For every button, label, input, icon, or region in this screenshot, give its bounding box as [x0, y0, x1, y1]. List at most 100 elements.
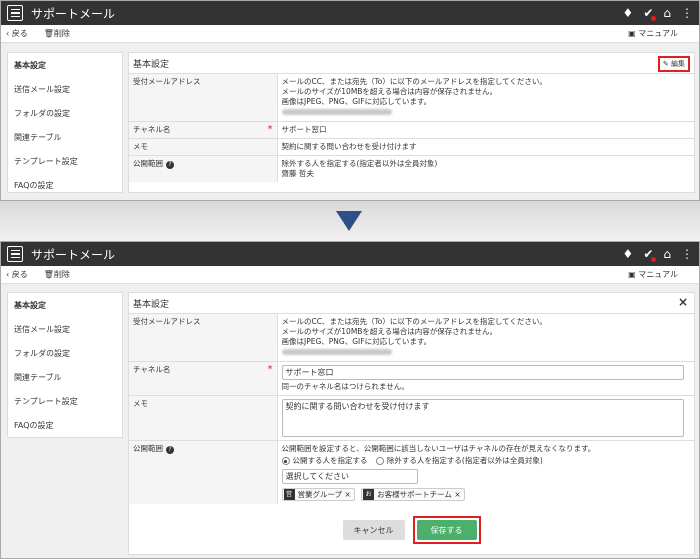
settings-sidebar: 基本設定 送信メール設定 フォルダの設定 関連テーブル テンプレート設定 FAQ…	[7, 52, 123, 193]
sidebar-item-template[interactable]: テンプレート設定	[8, 389, 122, 413]
more-icon[interactable]: ⋮	[681, 247, 693, 261]
channel-name-input[interactable]: サポート窓口	[281, 365, 684, 380]
back-button[interactable]: ‹ 戻る	[6, 28, 36, 39]
check-icon[interactable]: ✔	[643, 247, 657, 262]
save-button[interactable]: 保存する	[416, 520, 477, 540]
bell-icon[interactable]: ♦	[623, 247, 634, 261]
delete-label: 削除	[53, 29, 70, 38]
radio-exclude[interactable]: 除外する人を指定する(指定者以外は全員対象)	[375, 456, 543, 465]
basic-settings-panel: 基本設定 ✎ 編集 受付メールアドレス メールのCC、または宛先（To）に以下の…	[128, 52, 695, 193]
more-icon[interactable]: ⋮	[681, 6, 693, 20]
basic-settings-edit-panel: 基本設定 × 受付メールアドレス メールのCC、または宛先（To）に以下のメール…	[128, 292, 695, 555]
view-screen: サポートメール ♦ ✔ ⌂ ⋮ ‹ 戻る 🗑削除 ▣ マニュアル 基本設定 送信…	[0, 0, 700, 201]
group-icon: 営	[283, 489, 295, 500]
group-icon: お	[363, 489, 375, 500]
address-label: 受付メールアドレス	[129, 314, 277, 362]
required-mark: *	[267, 364, 273, 375]
address-desc-line: 画像はJPEG、PNG、GIFに対応しています。	[281, 97, 432, 106]
remove-tag-icon[interactable]: ×	[344, 490, 350, 500]
sidebar-item-basic[interactable]: 基本設定	[8, 53, 122, 77]
sidebar-item-folder[interactable]: フォルダの設定	[8, 101, 122, 125]
tag-label: お客様サポートチーム	[377, 489, 452, 499]
bell-icon[interactable]: ♦	[623, 6, 634, 20]
scope-label: 公開範囲	[133, 159, 163, 168]
address-desc-line: メールのサイズが10MBを超える場合は内容が保存されません。	[281, 87, 497, 96]
required-mark: *	[267, 124, 273, 135]
memo-textarea[interactable]: 契約に関する問い合わせを受け付けます	[281, 399, 684, 437]
arrow-down-icon	[336, 211, 362, 231]
blurred-email	[281, 109, 392, 115]
sidebar-item-send-mail[interactable]: 送信メール設定	[8, 77, 122, 101]
blurred-email	[281, 349, 392, 355]
back-label: 戻る	[11, 270, 28, 279]
tag-support-team: おお客様サポートチーム ×	[361, 488, 465, 501]
help-icon[interactable]: ?	[166, 161, 174, 169]
radio-exclude-dot	[375, 457, 384, 465]
panel-title: 基本設定	[133, 300, 170, 310]
cancel-button[interactable]: キャンセル	[342, 520, 405, 540]
edit-label: 編集	[671, 60, 685, 68]
app-title: サポートメール	[31, 6, 116, 21]
app-header: サポートメール ♦ ✔ ⌂ ⋮	[1, 242, 699, 266]
check-icon[interactable]: ✔	[643, 6, 657, 21]
sidebar-item-basic[interactable]: 基本設定	[8, 293, 122, 317]
delete-button[interactable]: 🗑削除	[44, 28, 78, 39]
channel-note: 同一のチャネル名はつけられません。	[281, 382, 409, 391]
menu-icon[interactable]	[7, 246, 23, 262]
manual-button[interactable]: ▣ マニュアル	[628, 28, 686, 39]
home-icon[interactable]: ⌂	[663, 6, 671, 20]
radio-exclude-label: 除外する人を指定する(指定者以外は全員対象)	[386, 456, 543, 465]
scope-label: 公開範囲	[133, 444, 163, 453]
delete-button[interactable]: 🗑削除	[44, 269, 78, 280]
address-desc-line: 画像はJPEG、PNG、GIFに対応しています。	[281, 337, 432, 346]
edit-screen: サポートメール ♦ ✔ ⌂ ⋮ ‹ 戻る 🗑削除 ▣ マニュアル 基本設定 送信…	[0, 241, 700, 559]
sidebar-item-send-mail[interactable]: 送信メール設定	[8, 317, 122, 341]
settings-sidebar: 基本設定 送信メール設定 フォルダの設定 関連テーブル テンプレート設定 FAQ…	[7, 292, 123, 438]
tag-sales-group: 営営業グループ ×	[281, 488, 355, 501]
sidebar-item-template[interactable]: テンプレート設定	[8, 149, 122, 173]
help-icon[interactable]: ?	[166, 446, 174, 454]
save-highlight: 保存する	[412, 516, 481, 544]
manual-button[interactable]: ▣ マニュアル	[628, 269, 686, 280]
back-label: 戻る	[11, 29, 28, 38]
remove-tag-icon[interactable]: ×	[454, 490, 460, 500]
address-desc-line: メールのCC、または宛先（To）に以下のメールアドレスを指定してください。	[281, 317, 547, 326]
memo-label: メモ	[129, 138, 277, 156]
sidebar-item-folder[interactable]: フォルダの設定	[8, 341, 122, 365]
address-desc-line: メールのサイズが10MBを超える場合は内容が保存されません。	[281, 327, 497, 336]
sidebar-item-related-table[interactable]: 関連テーブル	[8, 125, 122, 149]
memo-value: 契約に関する問い合わせを受け付けます	[276, 138, 694, 156]
channel-label: チャネル名	[133, 125, 171, 134]
address-desc-line: メールのCC、または宛先（To）に以下のメールアドレスを指定してください。	[281, 77, 547, 86]
channel-label: チャネル名	[133, 365, 171, 374]
app-title: サポートメール	[31, 247, 116, 262]
tag-label: 営業グループ	[297, 489, 343, 499]
memo-label: メモ	[129, 395, 277, 441]
radio-include-label: 公開する人を指定する	[292, 456, 368, 465]
close-icon[interactable]: ×	[678, 295, 688, 309]
sub-toolbar: ‹ 戻る 🗑削除 ▣ マニュアル	[1, 25, 699, 43]
scope-value: 除外する人を指定する(指定者以外は全員対象)	[281, 159, 438, 168]
radio-include-dot	[281, 457, 290, 465]
delete-label: 削除	[53, 270, 70, 279]
manual-label: マニュアル	[638, 29, 678, 38]
address-value: メールのCC、または宛先（To）に以下のメールアドレスを指定してください。 メー…	[276, 314, 694, 362]
menu-icon[interactable]	[7, 5, 23, 21]
sidebar-item-faq[interactable]: FAQの設定	[8, 413, 122, 437]
scope-person: 齋藤 哲夫	[281, 169, 314, 178]
sub-toolbar: ‹ 戻る 🗑削除 ▣ マニュアル	[1, 266, 699, 284]
member-select[interactable]: 選択してください	[281, 469, 418, 484]
sidebar-item-related-table[interactable]: 関連テーブル	[8, 365, 122, 389]
scope-note: 公開範囲を設定すると、公開範囲に該当しないユーザはチャネルの存在が見えなくなりま…	[281, 444, 596, 453]
app-header: サポートメール ♦ ✔ ⌂ ⋮	[1, 1, 699, 25]
edit-button[interactable]: ✎ 編集	[657, 56, 690, 72]
panel-title: 基本設定	[133, 60, 170, 70]
address-value: メールのCC、または宛先（To）に以下のメールアドレスを指定してください。 メー…	[276, 74, 694, 122]
radio-include[interactable]: 公開する人を指定する	[281, 456, 368, 465]
sidebar-item-faq[interactable]: FAQの設定	[8, 173, 122, 197]
channel-value: サポート窓口	[276, 121, 694, 139]
back-button[interactable]: ‹ 戻る	[6, 269, 36, 280]
manual-label: マニュアル	[638, 270, 678, 279]
address-label: 受付メールアドレス	[129, 74, 277, 122]
home-icon[interactable]: ⌂	[663, 247, 671, 261]
